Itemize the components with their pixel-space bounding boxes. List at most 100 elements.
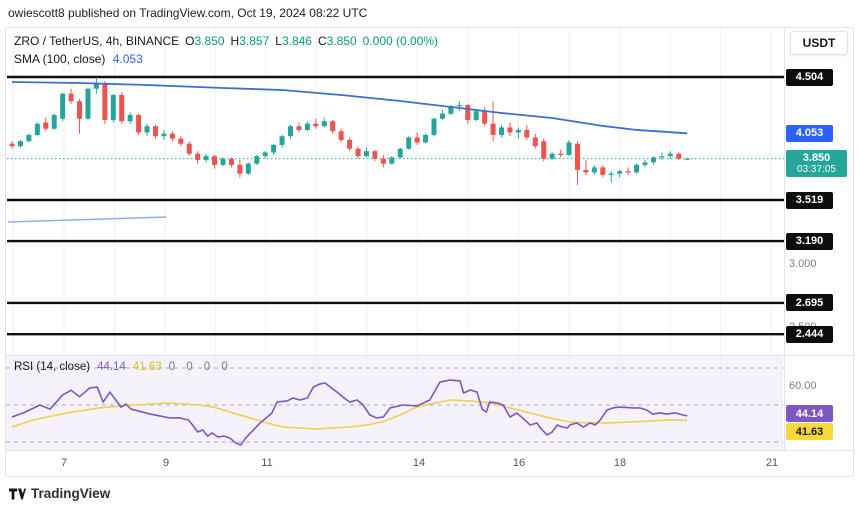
close-label: C: [318, 34, 327, 48]
price-label-3.519: 3.519: [786, 192, 833, 209]
candle-body: [356, 149, 361, 156]
candle-body: [145, 126, 150, 132]
candle-body: [330, 121, 335, 131]
candle-body: [600, 167, 605, 174]
price-label-2.695: 2.695: [786, 294, 833, 311]
price-label-3.190: 3.190: [786, 233, 833, 250]
candle-body: [491, 124, 496, 135]
candle-body: [178, 139, 183, 144]
candle-body: [288, 126, 293, 136]
time-label-11: 11: [261, 457, 272, 469]
attribution-text: owiescott8 published on TradingView.com,…: [8, 6, 367, 20]
candle-body: [626, 171, 631, 172]
candle-body: [499, 127, 504, 134]
rsi-legend: RSI (14, close) 44.14 41.63 0 0 0 0: [14, 361, 239, 373]
candle-body: [550, 154, 555, 159]
time-label-21: 21: [766, 457, 778, 469]
price-label-4.504: 4.504: [786, 69, 833, 86]
candle-body: [204, 156, 209, 160]
bar-countdown: 03:37:05: [797, 164, 836, 176]
candle-body: [229, 159, 234, 165]
candle-body: [52, 115, 57, 129]
currency-toggle-button[interactable]: USDT: [790, 31, 848, 55]
rsi-legend-title: RSI (14, close): [14, 361, 90, 373]
tradingview-logo-icon: [9, 487, 26, 501]
candle-body: [339, 131, 344, 140]
symbol-legend-row: ZRO / TetherUS, 4h, BINANCEO3.850H3.857L…: [14, 33, 438, 49]
candle-body: [634, 165, 639, 172]
high-label: H: [231, 34, 240, 48]
time-label-18: 18: [614, 457, 626, 469]
candle-body: [102, 84, 107, 120]
rsi-legend-extra-values: 0 0 0 0: [169, 361, 232, 373]
current-price-value: 3.850: [803, 152, 831, 164]
time-label-7: 7: [61, 457, 67, 469]
candle-body: [507, 127, 512, 132]
candle-body: [94, 84, 99, 89]
candle-body: [659, 156, 664, 157]
candle-body: [161, 134, 166, 136]
candle-body: [313, 124, 318, 126]
candle-body: [128, 115, 133, 121]
candle-body: [364, 151, 369, 156]
candle-body: [296, 126, 301, 130]
time-axis[interactable]: [6, 451, 854, 477]
candle-body: [237, 165, 242, 174]
candle-body: [457, 105, 462, 106]
candle-body: [43, 122, 48, 128]
candle-body: [524, 130, 529, 137]
time-label-14: 14: [413, 457, 425, 469]
candle-body: [398, 149, 403, 158]
candles: [10, 78, 690, 185]
candle-body: [668, 154, 673, 156]
candle-body: [482, 111, 487, 123]
tradingview-logo[interactable]: TradingView: [9, 486, 110, 501]
sma-legend-row: SMA (100, close) 4.053: [14, 51, 438, 67]
rsi-value-label: 44.14: [786, 405, 833, 422]
candle-body: [170, 134, 175, 139]
candle-body: [643, 162, 648, 164]
candle-body: [474, 111, 479, 120]
candle-body: [685, 159, 690, 160]
candle-body: [440, 114, 445, 119]
candle-body: [246, 164, 251, 174]
candle-body: [111, 95, 116, 120]
current-price-label: 3.85003:37:05: [786, 150, 847, 177]
candle-body: [347, 140, 352, 149]
candle-body: [592, 167, 597, 172]
candle-body: [432, 119, 437, 135]
rsi-legend-ma-value: 41.63: [133, 361, 162, 373]
candle-body: [69, 94, 74, 101]
candle-body: [10, 144, 15, 146]
candle-body: [77, 101, 82, 118]
candle-body: [465, 105, 470, 120]
rsi-tick-60: 60.00: [789, 380, 817, 393]
open-label: O: [185, 34, 194, 48]
candle-body: [322, 121, 327, 126]
rsi-legend-value: 44.14: [97, 361, 126, 373]
sma-label: SMA (100, close): [14, 52, 105, 66]
candle-body: [406, 137, 411, 148]
sma-value: 4.053: [113, 52, 143, 66]
candle-body: [153, 126, 158, 136]
candle-body: [415, 137, 420, 142]
candle-body: [271, 145, 276, 152]
candle-body: [212, 156, 217, 165]
low-label: L: [275, 34, 282, 48]
rsi-ma-value-label: 41.63: [786, 423, 833, 440]
change-value: 0.000 (0.00%): [363, 34, 438, 48]
chart-canvas[interactable]: [0, 0, 860, 511]
symbol-title: ZRO / TetherUS, 4h, BINANCE: [14, 34, 179, 48]
candle-body: [389, 157, 394, 163]
candle-body: [263, 152, 268, 156]
close-value: 3.850: [327, 34, 357, 48]
candle-body: [541, 141, 546, 158]
chart-legend: ZRO / TetherUS, 4h, BINANCEO3.850H3.857L…: [14, 33, 438, 67]
candle-body: [533, 137, 538, 146]
price-tick-3.000: 3.000: [789, 258, 817, 271]
candle-body: [187, 144, 192, 154]
low-value: 3.846: [282, 34, 312, 48]
candle-body: [583, 170, 588, 172]
candle-body: [372, 151, 377, 158]
candle-body: [516, 130, 521, 132]
